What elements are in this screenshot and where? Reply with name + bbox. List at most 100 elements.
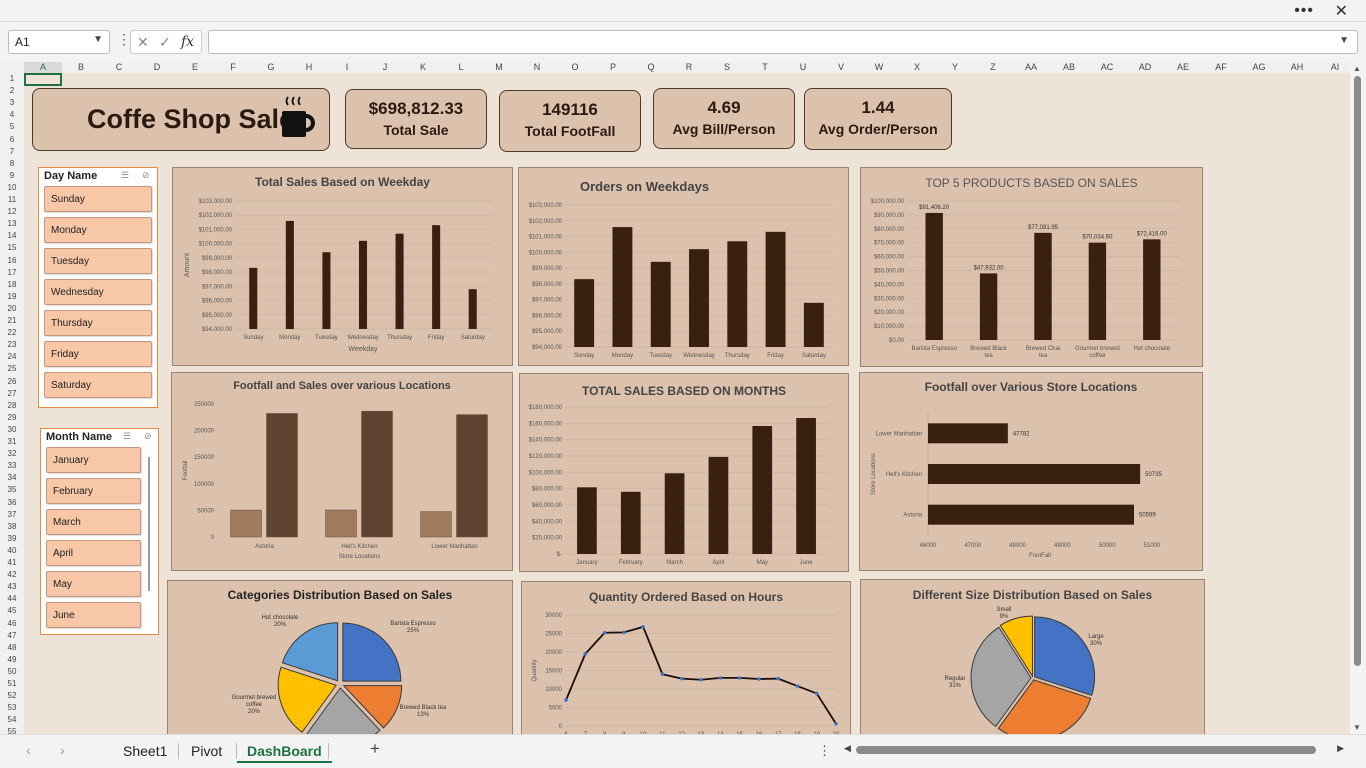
row-header[interactable]: 54 [0,714,24,726]
row-header[interactable]: 34 [0,472,24,484]
row-header[interactable]: 23 [0,339,24,351]
row-header[interactable]: 30 [0,424,24,436]
tab-sheet1[interactable]: Sheet1 [113,741,177,761]
slicer-item-tuesday[interactable]: Tuesday [44,248,152,274]
slicer-item-january[interactable]: January [46,447,141,473]
row-header[interactable]: 24 [0,351,24,363]
column-header[interactable]: AG [1240,62,1278,73]
row-header[interactable]: 11 [0,194,24,206]
row-header[interactable]: 46 [0,618,24,630]
row-header[interactable]: 16 [0,255,24,267]
column-header[interactable]: H [290,62,328,73]
row-header[interactable]: 13 [0,218,24,230]
row-header[interactable]: 10 [0,182,24,194]
scroll-thumb[interactable] [856,746,1316,754]
slicer-item-march[interactable]: March [46,509,141,535]
row-header[interactable]: 44 [0,593,24,605]
slicer-item-monday[interactable]: Monday [44,217,152,243]
row-header[interactable]: 37 [0,509,24,521]
column-header[interactable]: AF [1202,62,1240,73]
slicer-item-april[interactable]: April [46,540,141,566]
multi-select-icon[interactable]: ☰ [123,431,131,442]
scroll-up-icon[interactable]: ▲ [1353,64,1361,73]
column-header[interactable]: AE [1164,62,1202,73]
row-header[interactable]: 7 [0,146,24,158]
column-header[interactable]: AI [1316,62,1354,73]
row-header[interactable]: 17 [0,267,24,279]
row-header[interactable]: 22 [0,327,24,339]
row-header[interactable]: 27 [0,388,24,400]
column-header[interactable]: N [518,62,556,73]
chevron-down-icon[interactable]: ▼ [93,34,103,45]
row-header[interactable]: 51 [0,678,24,690]
slicer-item-saturday[interactable]: Saturday [44,372,152,398]
row-header[interactable]: 9 [0,170,24,182]
clear-filter-icon[interactable]: ⊘ [144,431,152,442]
column-header[interactable]: AC [1088,62,1126,73]
column-header[interactable]: W [860,62,898,73]
row-header[interactable]: 53 [0,702,24,714]
tab-pivot[interactable]: Pivot [181,741,232,761]
column-header[interactable]: E [176,62,214,73]
column-header[interactable]: O [556,62,594,73]
row-header[interactable]: 18 [0,279,24,291]
slicer-item-june[interactable]: June [46,602,141,628]
scroll-right-icon[interactable]: ▶ [1337,743,1344,754]
slicer-item-sunday[interactable]: Sunday [44,186,152,212]
column-header[interactable]: S [708,62,746,73]
column-header[interactable]: D [138,62,176,73]
column-header[interactable]: G [252,62,290,73]
row-header[interactable]: 26 [0,376,24,388]
row-header[interactable]: 31 [0,436,24,448]
row-header[interactable]: 12 [0,206,24,218]
vertical-dots-icon[interactable]: ⋮ [818,743,831,759]
column-header[interactable]: R [670,62,708,73]
column-header[interactable]: T [746,62,784,73]
horizontal-scrollbar[interactable]: ◀ ▶ [844,743,1344,757]
confirm-icon[interactable]: ✓ [159,34,171,51]
slicer-item-wednesday[interactable]: Wednesday [44,279,152,305]
scroll-left-icon[interactable]: ◀ [844,743,851,754]
column-header[interactable]: AH [1278,62,1316,73]
next-sheet-icon[interactable]: › [60,742,65,758]
row-header[interactable]: 2 [0,85,24,97]
row-header[interactable]: 45 [0,605,24,617]
row-header[interactable]: 21 [0,315,24,327]
fx-icon[interactable]: fx [181,34,194,50]
column-header[interactable]: J [366,62,404,73]
row-header[interactable]: 32 [0,448,24,460]
slicer-item-february[interactable]: February [46,478,141,504]
column-header[interactable]: Z [974,62,1012,73]
row-header[interactable]: 15 [0,242,24,254]
column-header[interactable]: Q [632,62,670,73]
scroll-thumb[interactable] [1354,76,1361,666]
row-header[interactable]: 19 [0,291,24,303]
row-header[interactable]: 41 [0,557,24,569]
row-header[interactable]: 35 [0,484,24,496]
selected-cell[interactable] [24,73,62,86]
column-header[interactable]: F [214,62,252,73]
row-header[interactable]: 42 [0,569,24,581]
column-header[interactable]: M [480,62,518,73]
row-header[interactable]: 52 [0,690,24,702]
tab-dashboard[interactable]: DashBoard [237,741,332,763]
row-header[interactable]: 3 [0,97,24,109]
row-header[interactable]: 25 [0,363,24,375]
row-header[interactable]: 43 [0,581,24,593]
row-header[interactable]: 36 [0,497,24,509]
row-header[interactable]: 39 [0,533,24,545]
slicer-item-thursday[interactable]: Thursday [44,310,152,336]
row-header[interactable]: 4 [0,109,24,121]
column-header[interactable]: AA [1012,62,1050,73]
multi-select-icon[interactable]: ☰ [121,170,129,181]
column-header[interactable]: AD [1126,62,1164,73]
more-options-icon[interactable]: ••• [1294,2,1314,20]
chevron-down-icon[interactable]: ▼ [1339,35,1349,46]
scroll-down-icon[interactable]: ▼ [1353,723,1361,732]
row-header[interactable]: 5 [0,121,24,133]
row-header[interactable]: 50 [0,666,24,678]
cancel-icon[interactable]: ✕ [137,34,149,51]
vertical-dots-icon[interactable]: ⋮ [117,31,131,48]
row-header[interactable]: 8 [0,158,24,170]
name-box[interactable]: A1 ▼ [8,30,110,54]
